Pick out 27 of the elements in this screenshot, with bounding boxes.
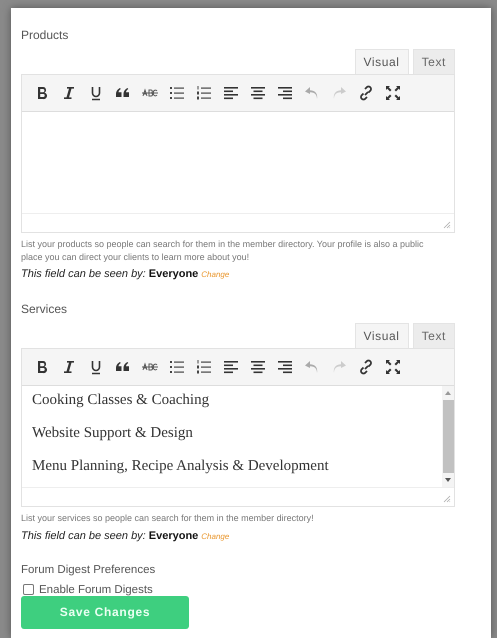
text-editor[interactable]: Cooking Classes & Coaching Website Support & Design Menu Planning, Recipe Analysis & Development [21,348,455,507]
editor-tab[interactable]: Visual [354,323,409,348]
resize-handle-icon[interactable] [443,495,451,503]
resize-handle-icon[interactable] [443,221,451,229]
field-label: Products [21,28,68,42]
section-heading: Forum Digest Preferences [21,564,156,576]
visibility-value: Everyone [148,268,198,280]
paragraph-text: Website Support & Design [32,425,194,442]
checkbox[interactable] [23,584,34,595]
visibility-value: Everyone [148,530,198,542]
scroll-down-icon[interactable] [444,477,452,483]
help-text: List your services so people can search for them in the member directory! [21,512,315,524]
field-label: Services [21,302,68,316]
editor-tab[interactable]: Text [412,323,455,348]
paragraph-text: Menu Planning, Recipe Analysis & Development [32,458,330,475]
fullscreen-icon[interactable] [383,83,403,103]
scrollbar-thumb[interactable] [442,400,454,473]
fullscreen-icon[interactable] [383,357,403,377]
checkbox-label[interactable]: Enable Forum Digests [39,584,153,596]
scrollbar[interactable] [442,386,454,487]
visibility-label: This field can be seen by: [21,530,146,542]
visibility-label: This field can be seen by: [21,268,146,280]
help-text: List your products so people can search for them in the member directory. Your profile is also a public place you can direct your clients to learn more about you! [21,238,425,263]
scroll-up-icon[interactable] [444,390,452,396]
paragraph-text: Cooking Classes & Coaching [32,392,210,409]
editor-tab[interactable]: Visual [354,49,409,74]
editor-tab[interactable]: Text [412,49,455,74]
